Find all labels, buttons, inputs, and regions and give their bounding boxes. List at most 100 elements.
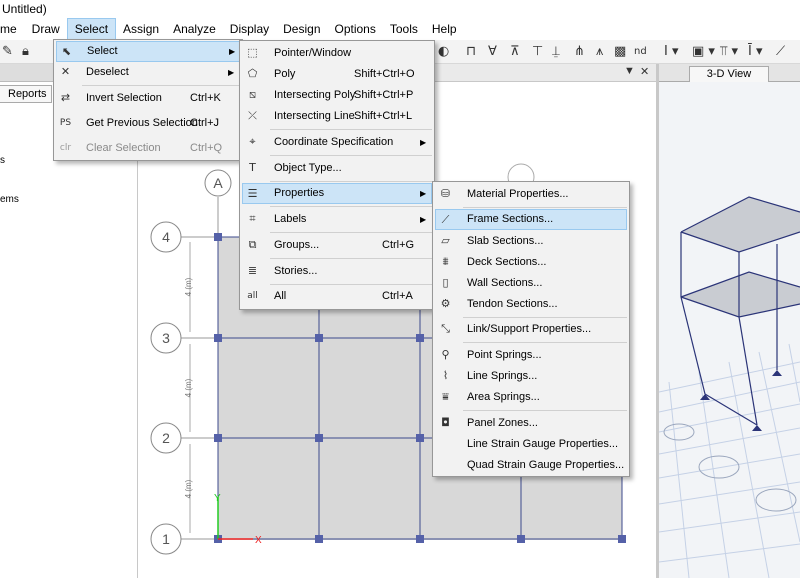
frame-draw-icon[interactable]: ⊓ bbox=[466, 44, 476, 60]
invert-selection-icon: ⇄ bbox=[60, 91, 71, 104]
menu-design[interactable]: Design bbox=[276, 18, 327, 40]
frame-section-icon: ⟋ bbox=[441, 213, 450, 226]
menu-separator bbox=[270, 284, 432, 285]
menu-item-quad-strain-gauge-properties[interactable]: Quad Strain Gauge Properties... bbox=[435, 455, 627, 476]
rotate-view-icon[interactable]: ◐ bbox=[438, 44, 449, 60]
menu-item-point-springs[interactable]: ⚲ Point Springs... bbox=[435, 345, 627, 366]
support-icon bbox=[700, 394, 710, 400]
menu-separator bbox=[463, 342, 627, 343]
grid-label-4: 4 bbox=[162, 229, 170, 245]
pointer-window-icon: ⬚ bbox=[247, 46, 258, 59]
grid-draw-icon[interactable]: ▩ bbox=[614, 44, 626, 60]
clear-selection-icon: clr bbox=[59, 143, 72, 153]
menu-item-frame-sections[interactable]: ⟋ Frame Sections... bbox=[435, 209, 627, 230]
menu-separator bbox=[463, 410, 627, 411]
menu-item-area-springs[interactable]: ⩸ Area Springs... bbox=[435, 387, 627, 408]
menu-item-select[interactable]: ⬉ Select ▶ bbox=[56, 41, 240, 62]
tree-item-fragment[interactable]: ems bbox=[0, 194, 19, 205]
menu-options[interactable]: Options bbox=[328, 18, 383, 40]
submenu-arrow-icon: ▶ bbox=[420, 189, 427, 198]
menu-help[interactable]: Help bbox=[425, 18, 464, 40]
panel-zone-icon: ◘ bbox=[441, 416, 450, 429]
beam-draw-icon[interactable]: ⊤ bbox=[532, 44, 543, 60]
menu-item-intersecting-poly[interactable]: ⧅ Intersecting Poly Shift+Ctrl+P bbox=[242, 85, 432, 106]
slab-section-icon: ▱ bbox=[441, 234, 450, 247]
menu-item-wall-sections[interactable]: ▯ Wall Sections... bbox=[435, 273, 627, 294]
slab-level-1 bbox=[681, 272, 800, 317]
dimension-label: 4 (m) bbox=[184, 479, 193, 498]
menu-separator bbox=[463, 207, 627, 208]
section-cut-icon[interactable]: I ▾ bbox=[664, 44, 679, 60]
menu-separator bbox=[82, 85, 240, 86]
material-icon: ⛁ bbox=[440, 187, 451, 200]
menu-item-labels[interactable]: ⌗ Labels ▶ bbox=[242, 209, 432, 230]
tendon-section-icon: ⚙ bbox=[440, 297, 451, 310]
3d-view-canvas[interactable] bbox=[659, 82, 800, 578]
brace-draw-icon[interactable]: ∀ bbox=[488, 44, 497, 60]
menu-item-poly[interactable]: ⬠ Poly Shift+Ctrl+O bbox=[242, 64, 432, 85]
menu-tools[interactable]: Tools bbox=[383, 18, 425, 40]
menu-item-line-strain-gauge-properties[interactable]: Line Strain Gauge Properties... bbox=[435, 434, 627, 455]
display-box-icon[interactable]: ▣ ▾ bbox=[692, 44, 715, 60]
y-axis-icon: Y bbox=[214, 493, 221, 504]
tree-item-fragment[interactable]: s bbox=[0, 155, 5, 166]
menu-assign[interactable]: Assign bbox=[116, 18, 166, 40]
menu-item-all[interactable]: all All Ctrl+A bbox=[242, 286, 432, 307]
window-dropdown-icon[interactable]: ▼ bbox=[624, 65, 635, 77]
pencil-icon[interactable]: ✎ bbox=[2, 44, 13, 60]
menu-item-coordinate-specification[interactable]: ⌖ Coordinate Specification ▶ bbox=[242, 132, 432, 153]
menu-item-material-properties[interactable]: ⛁ Material Properties... bbox=[435, 184, 627, 205]
menu-draw[interactable]: Draw bbox=[25, 18, 67, 40]
menu-display[interactable]: Display bbox=[223, 18, 276, 40]
column-draw-icon[interactable]: ⊼ bbox=[510, 44, 520, 60]
lock-icon[interactable]: 🔒︎ bbox=[22, 44, 29, 60]
properties-submenu: ⛁ Material Properties... ⟋ Frame Section… bbox=[432, 181, 630, 477]
menu-item-slab-sections[interactable]: ▱ Slab Sections... bbox=[435, 231, 627, 252]
area-draw-icon[interactable]: ⩚ bbox=[596, 44, 603, 60]
submenu-arrow-icon: ▶ bbox=[420, 215, 427, 224]
menu-item-stories[interactable]: ≣ Stories... bbox=[242, 261, 432, 282]
link-draw-icon[interactable]: ⋔ bbox=[574, 44, 585, 60]
menu-item-tendon-sections[interactable]: ⚙ Tendon Sections... bbox=[435, 294, 627, 315]
menu-item-clear-selection[interactable]: clr Clear Selection Ctrl+Q bbox=[56, 138, 240, 159]
column-section-icon[interactable]: Ī ▾ bbox=[748, 44, 763, 60]
nd-label-icon[interactable]: nd bbox=[634, 44, 647, 60]
tab-3d-view[interactable]: 3-D View bbox=[689, 66, 769, 82]
select-menu: ⬉ Select ▶ ✕ Deselect ▶ ⇄ Invert Selecti… bbox=[53, 39, 243, 161]
support-draw-icon[interactable]: ⍊ bbox=[552, 44, 560, 60]
menu-separator bbox=[270, 206, 432, 207]
poly-icon: ⬠ bbox=[247, 67, 258, 80]
menu-analyze[interactable]: Analyze bbox=[166, 18, 223, 40]
menu-item-deck-sections[interactable]: ⩩ Deck Sections... bbox=[435, 252, 627, 273]
dimension-label: 4 (m) bbox=[184, 378, 193, 397]
menu-item-pointer-window[interactable]: ⬚ Pointer/Window bbox=[242, 43, 432, 64]
object-type-icon: T bbox=[249, 161, 256, 174]
beam-section-icon[interactable]: ⫪ ▾ bbox=[720, 44, 738, 60]
menu-item-get-previous-selection[interactable]: PS Get Previous Selection Ctrl+J bbox=[56, 113, 240, 134]
close-window-icon[interactable]: ✕ bbox=[640, 65, 649, 78]
menu-item-groups[interactable]: ⧉ Groups... Ctrl+G bbox=[242, 235, 432, 256]
x-axis-icon: X bbox=[255, 535, 262, 546]
support-icon bbox=[772, 370, 782, 376]
menu-item-properties[interactable]: ☰ Properties ▶ bbox=[242, 183, 432, 204]
menu-item-object-type[interactable]: T Object Type... bbox=[242, 158, 432, 179]
menu-item-link-support-properties[interactable]: ⤡ Link/Support Properties... bbox=[435, 319, 627, 340]
coordinate-icon: ⌖ bbox=[249, 135, 256, 148]
menu-item-intersecting-line[interactable]: ⤫ Intersecting Line Shift+Ctrl+L bbox=[242, 106, 432, 127]
deck-section-icon: ⩩ bbox=[442, 255, 449, 268]
grid-label-2: 2 bbox=[162, 430, 170, 446]
brace-section-icon[interactable]: ⟋ bbox=[776, 44, 785, 60]
menu-item-line-springs[interactable]: ⌇ Line Springs... bbox=[435, 366, 627, 387]
support-icon bbox=[752, 425, 762, 431]
tab-reports[interactable]: Reports bbox=[0, 85, 52, 103]
grid-bubble bbox=[698, 455, 740, 479]
menu-item-invert-selection[interactable]: ⇄ Invert Selection Ctrl+K bbox=[56, 88, 240, 109]
ground-grid bbox=[659, 343, 800, 578]
menu-item-deselect[interactable]: ✕ Deselect ▶ bbox=[56, 62, 240, 83]
menu-item-panel-zones[interactable]: ◘ Panel Zones... bbox=[435, 413, 627, 434]
menu-home[interactable]: me bbox=[0, 18, 25, 40]
pointer-select-icon: ⬉ bbox=[61, 45, 72, 58]
area-spring-icon: ⩸ bbox=[442, 390, 449, 403]
deselect-icon: ✕ bbox=[60, 65, 71, 78]
menu-select[interactable]: Select bbox=[66, 18, 117, 40]
